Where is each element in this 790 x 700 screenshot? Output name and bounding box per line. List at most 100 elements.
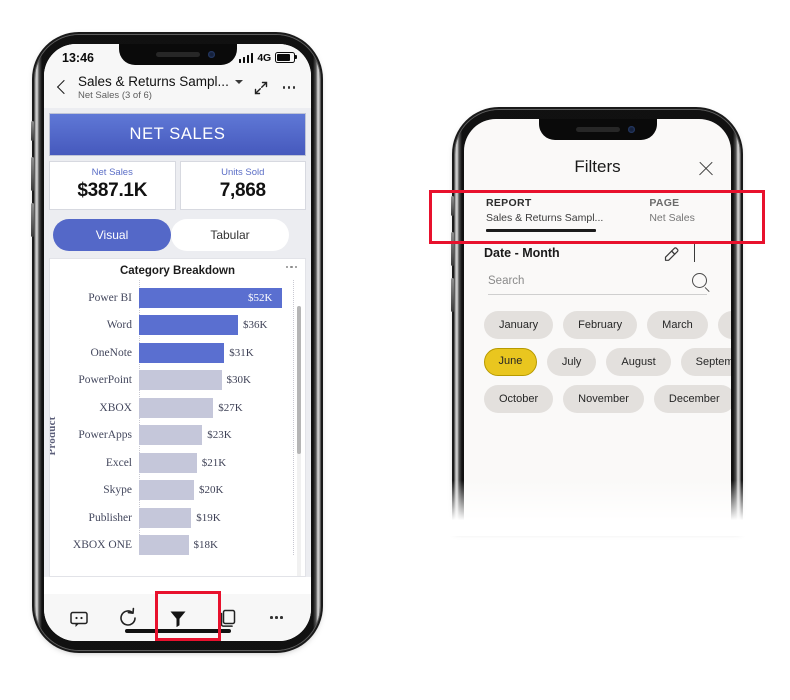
search-input[interactable] [488, 272, 686, 289]
filter-field-name: Date - Month [484, 246, 560, 261]
left-phone-screen: 13:46 4G Sales & Returns Sampl... Net Sa… [44, 44, 311, 641]
report-subtitle: Net Sales (3 of 6) [78, 90, 152, 101]
report-body: NET SALES Net Sales $387.1K Units Sold 7… [44, 108, 311, 577]
bar[interactable] [139, 480, 194, 501]
bar[interactable] [139, 342, 225, 363]
app-header: Sales & Returns Sampl... Net Sales (3 of… [44, 71, 311, 108]
volume-up-button[interactable] [31, 157, 34, 191]
month-chip-january[interactable]: January [484, 310, 554, 339]
month-chip-june[interactable]: June [484, 347, 537, 376]
scope-key: REPORT [486, 197, 532, 209]
more-horizontal-icon[interactable] [265, 606, 289, 630]
filter-card-header: Date - Month [484, 243, 711, 262]
bar-category-label: Power BI [88, 291, 132, 304]
month-chip-december[interactable]: December [653, 384, 731, 413]
bar-track: $21K [139, 449, 289, 477]
kpi-card-units-sold[interactable]: Units Sold 7,868 [179, 161, 306, 210]
month-chip-april[interactable]: April [717, 310, 731, 339]
signal-bars-icon [238, 53, 254, 63]
bar-track: $19K [139, 504, 289, 532]
month-chip-october[interactable]: October [484, 384, 554, 413]
active-tab-underline [486, 229, 596, 232]
mute-switch[interactable] [451, 196, 454, 216]
volume-down-button[interactable] [31, 203, 34, 237]
eraser-icon[interactable] [663, 245, 680, 262]
tab-tabular[interactable]: Tabular [171, 219, 289, 251]
bar[interactable] [139, 535, 189, 556]
category-breakdown-visual[interactable]: Category Breakdown Product Power BI $52K W… [49, 258, 306, 577]
bar-row[interactable]: Word $36K [50, 312, 289, 340]
bar-category-label: PowerPoint [78, 374, 132, 387]
bar-row[interactable]: PowerPoint $30K [50, 367, 289, 395]
month-chip-july[interactable]: July [546, 347, 597, 376]
gridline [293, 280, 294, 555]
expand-arrows-icon[interactable] [251, 78, 271, 98]
right-phone-screen: Filters REPORT Sales & Returns Sampl... … [464, 119, 731, 530]
kpi-value: $387.1K [77, 180, 148, 201]
pages-icon[interactable] [216, 606, 240, 630]
more-dots [265, 606, 289, 630]
filter-search-row [488, 272, 707, 295]
month-chip-september[interactable]: September [680, 347, 731, 376]
bar-row[interactable]: XBOX $27K [50, 394, 289, 422]
search-icon[interactable] [692, 273, 707, 289]
bar[interactable] [139, 370, 222, 391]
bar-value-label: $30K [226, 374, 251, 387]
bar-row[interactable]: Power BI $52K [50, 284, 289, 312]
bar-row[interactable]: Publisher $19K [50, 504, 289, 532]
visual-header: Category Breakdown [50, 259, 305, 280]
visual-title: Category Breakdown [119, 265, 236, 277]
filters-panel: Filters REPORT Sales & Returns Sampl... … [464, 119, 731, 530]
month-chip-row: June July August September [484, 347, 731, 376]
bar[interactable] [139, 425, 203, 446]
bar-row[interactable]: Excel $21K [50, 449, 289, 477]
kpi-row: Net Sales $387.1K Units Sold 7,868 [49, 161, 306, 210]
tab-visual[interactable]: Visual [53, 219, 171, 251]
kpi-card-net-sales[interactable]: Net Sales $387.1K [49, 161, 176, 210]
bar-category-label: Skype [103, 484, 132, 497]
bar[interactable] [139, 397, 214, 418]
filter-funnel-icon[interactable] [165, 605, 191, 631]
left-phone-device: 13:46 4G Sales & Returns Sampl... Net Sa… [31, 35, 320, 650]
close-icon[interactable] [697, 160, 715, 178]
bar[interactable] [139, 507, 192, 528]
comment-icon[interactable] [67, 606, 91, 630]
month-chip-august[interactable]: August [606, 347, 671, 376]
more-dots [279, 78, 299, 98]
chevron-up-icon[interactable] [694, 243, 711, 262]
month-chip-november[interactable]: November [563, 384, 644, 413]
filter-scope-tabs: REPORT Sales & Returns Sampl... PAGE Net… [464, 187, 731, 232]
bar-row[interactable]: OneNote $31K [50, 339, 289, 367]
network-label: 4G [257, 51, 271, 64]
bar-value-label: $23K [207, 429, 232, 442]
refresh-icon[interactable] [116, 606, 140, 630]
more-horizontal-icon[interactable] [279, 78, 299, 98]
month-chip-march[interactable]: March [647, 310, 708, 339]
scope-tab-report[interactable]: REPORT Sales & Returns Sampl... [486, 197, 603, 232]
bar-track: $18K [139, 532, 289, 560]
month-chip-february[interactable]: February [563, 310, 638, 339]
chevron-down-icon[interactable] [234, 79, 243, 84]
more-horizontal-icon[interactable] [286, 266, 297, 269]
bar-row[interactable]: Skype $20K [50, 477, 289, 505]
front-camera [627, 126, 635, 133]
kpi-label: Units Sold [221, 167, 265, 178]
bar[interactable] [139, 452, 197, 473]
bar-row[interactable]: XBOX ONE $18K [50, 532, 289, 560]
earpiece-speaker [155, 52, 200, 57]
month-chip-list: JanuaryFebruaryMarchAprilMayJuneJulyAugu… [484, 310, 731, 419]
net-sales-banner: NET SALES [49, 113, 306, 156]
scope-tab-page[interactable]: PAGE Net Sales [649, 197, 695, 232]
bar-category-label: Word [106, 319, 132, 332]
bar-value-label: $36K [243, 319, 268, 332]
chevron-left-icon[interactable] [54, 80, 70, 96]
scrollbar-thumb[interactable] [297, 306, 301, 454]
filter-card-date-month: Date - Month Search January February Mar… [464, 231, 731, 419]
volume-down-button[interactable] [451, 278, 454, 312]
mute-switch[interactable] [31, 121, 34, 141]
volume-up-button[interactable] [451, 232, 454, 266]
screenshot-canvas: 13:46 4G Sales & Returns Sampl... Net Sa… [0, 0, 790, 700]
bar-row[interactable]: PowerApps $23K [50, 422, 289, 450]
bar[interactable] [139, 315, 238, 336]
report-title-row[interactable]: Sales & Returns Sampl... [78, 74, 243, 89]
